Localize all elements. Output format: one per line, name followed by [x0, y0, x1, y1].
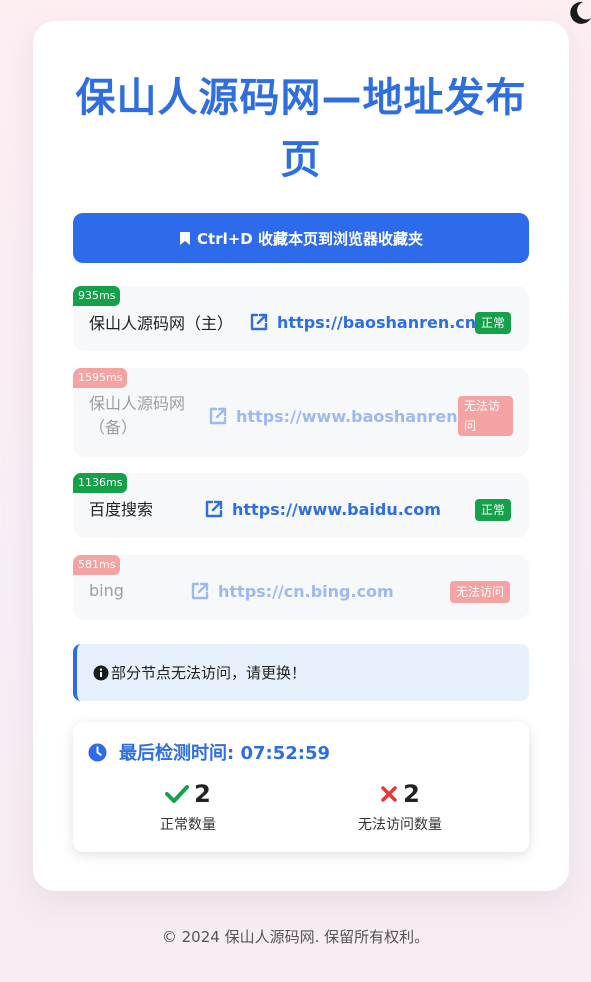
- clock-icon: [88, 742, 107, 762]
- node-name: 百度搜索: [89, 500, 154, 519]
- latency-badge: 1136ms: [73, 473, 128, 493]
- external-link-icon: [191, 582, 209, 600]
- check-icon: [165, 785, 190, 803]
- last-check: 最后检测时间: 07:52:59: [88, 739, 330, 765]
- node-name: bing: [89, 581, 124, 600]
- node-url: https://cn.bing.com: [218, 581, 394, 601]
- latency-badge: 935ms: [73, 286, 121, 306]
- node-link[interactable]: https://cn.bing.com: [190, 581, 394, 601]
- node-url: https://baoshanren.cn: [277, 312, 477, 332]
- ok-count: 2: [194, 780, 211, 808]
- node-card: 1595ms 保山人源码网（备） https://www.baoshanren.…: [73, 368, 529, 457]
- status-badge: 正常: [475, 499, 512, 521]
- node-card: 935ms 保山人源码网（主） https://baoshanren.cn 正常: [73, 286, 529, 351]
- last-check-text: 最后检测时间: 07:52:59: [119, 743, 331, 764]
- bookmark-button-label: Ctrl+D 收藏本页到浏览器收藏夹: [197, 229, 423, 248]
- fail-count: 2: [403, 780, 420, 808]
- latency-badge: 1595ms: [73, 368, 128, 388]
- main-card: 保山人源码网—地址发布页 Ctrl+D 收藏本页到浏览器收藏夹 935ms 保山…: [33, 21, 569, 891]
- node-link[interactable]: https://www.baidu.com: [204, 499, 441, 519]
- node-card: 1136ms 百度搜索 https://www.baidu.com 正常: [73, 473, 529, 538]
- page-title: 保山人源码网—地址发布页: [75, 75, 527, 183]
- status-badge: 无法访问: [458, 396, 513, 436]
- external-link-icon: [205, 500, 223, 518]
- node-name: 保山人源码网（主）: [89, 314, 234, 333]
- node-card: 581ms bing https://cn.bing.com 无法访问: [73, 555, 529, 620]
- node-name: 保山人源码网（备）: [89, 394, 186, 437]
- fail-label: 无法访问数量: [358, 817, 442, 833]
- bookmark-button[interactable]: Ctrl+D 收藏本页到浏览器收藏夹: [73, 213, 529, 263]
- footer: © 2024 保山人源码网. 保留所有权利。: [161, 928, 430, 946]
- node-url: https://www.baidu.com: [232, 499, 441, 519]
- ok-label: 正常数量: [160, 817, 216, 833]
- status-badge: 无法访问: [450, 581, 511, 603]
- info-icon: [93, 665, 109, 680]
- stats-panel: 最后检测时间: 07:52:59 2 正常数量 2 无法访问数量: [73, 722, 529, 852]
- node-link[interactable]: https://www.baoshanren.cn: [208, 406, 485, 426]
- bookmark-icon: [180, 231, 191, 245]
- latency-badge: 581ms: [73, 555, 121, 575]
- external-link-icon: [209, 407, 227, 425]
- node-url: https://www.baoshanren.cn: [236, 406, 485, 426]
- status-badge: 正常: [475, 312, 512, 334]
- warning-alert: 部分节点无法访问，请更换！: [73, 644, 529, 701]
- external-link-icon: [250, 313, 268, 331]
- alert-text: 部分节点无法访问，请更换！: [111, 664, 307, 682]
- fail-stat: 2 无法访问数量: [320, 780, 480, 834]
- node-link[interactable]: https://baoshanren.cn: [249, 312, 476, 332]
- cross-icon: [381, 786, 397, 802]
- dark-mode-moon-icon[interactable]: [566, 0, 591, 26]
- ok-stat: 2 正常数量: [108, 780, 268, 834]
